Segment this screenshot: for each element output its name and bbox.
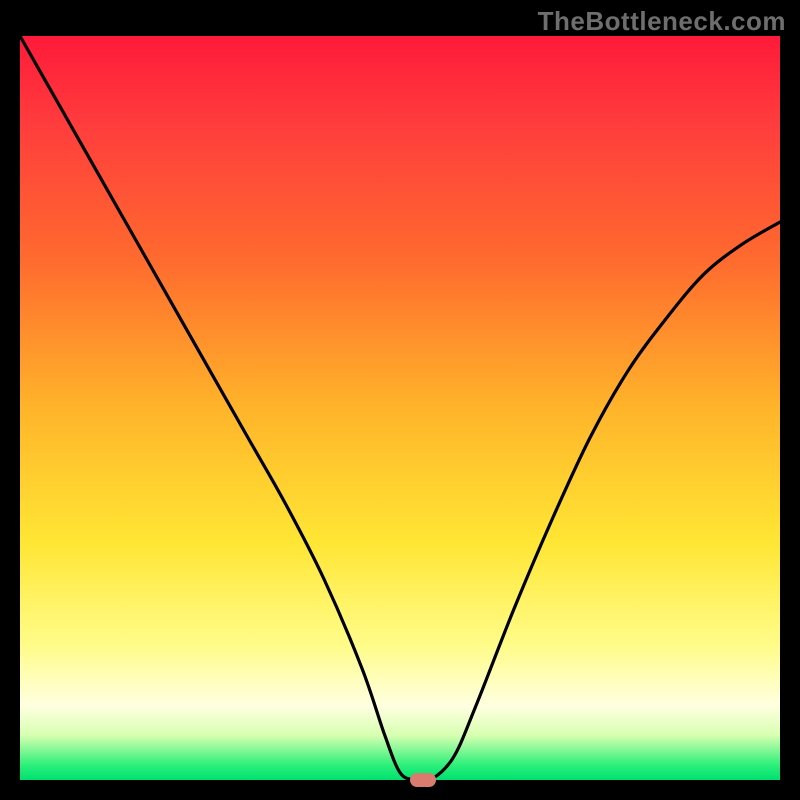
bottleneck-curve-path [20,36,780,780]
chart-frame: TheBottleneck.com [0,0,800,800]
curve-layer [20,36,780,780]
bottleneck-marker [410,773,436,787]
plot-area [20,36,780,780]
branding-watermark: TheBottleneck.com [538,6,786,37]
